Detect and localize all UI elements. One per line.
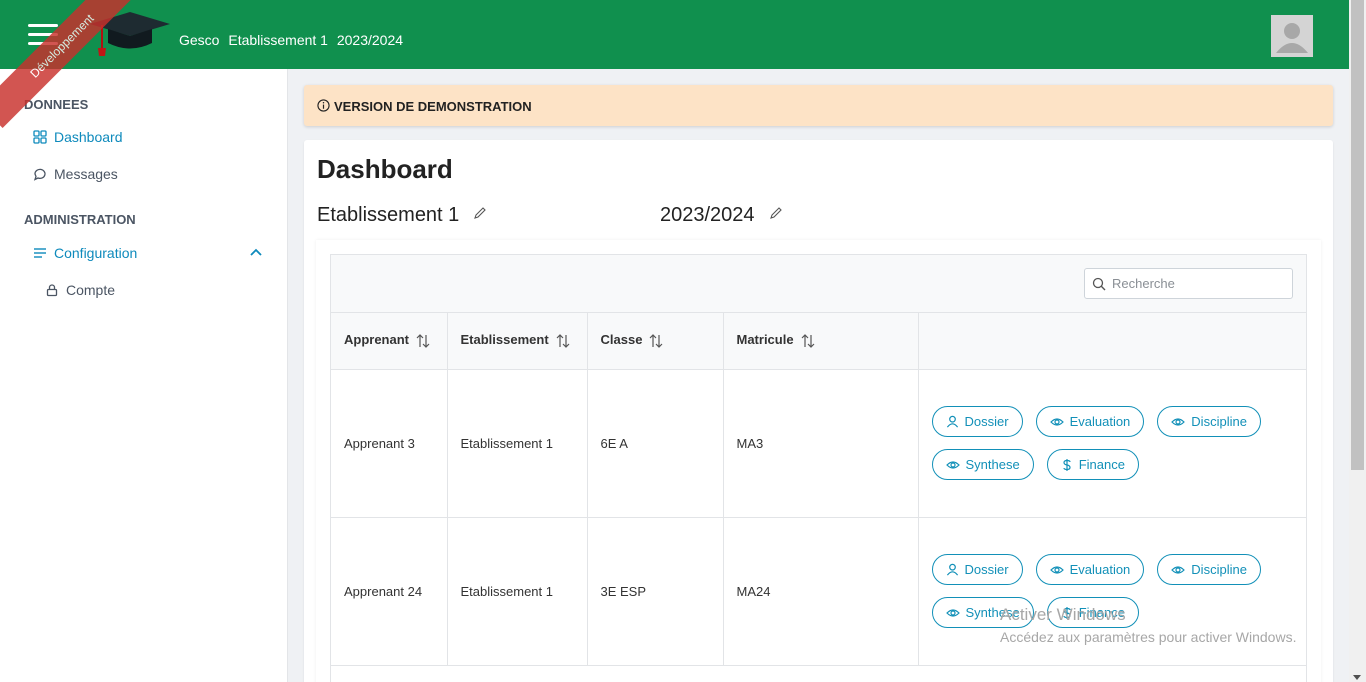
button-label: Dossier	[964, 562, 1009, 577]
sidebar-item-compte[interactable]: Compte	[44, 282, 115, 298]
section-title-donnees: DONNEES	[24, 97, 89, 112]
search-icon	[1092, 277, 1106, 290]
app-title: Gesco Etablissement 1 2023/2024	[179, 32, 408, 48]
sidebar: DONNEES Dashboard Messages ADMINISTRATIO…	[0, 69, 288, 682]
search-box	[1084, 268, 1293, 299]
user-avatar-icon	[1276, 23, 1308, 53]
pencil-icon[interactable]	[769, 206, 783, 220]
column-label: Etablissement	[460, 332, 549, 348]
cell-etablissement: Etablissement 1	[447, 369, 588, 518]
demo-banner: VERSION DE DEMONSTRATION	[304, 85, 1333, 126]
activation-watermark: Activer Windows Accédez aux paramètres p…	[1000, 604, 1296, 648]
button-label: Discipline	[1191, 562, 1247, 577]
col-classe[interactable]: Classe	[587, 313, 724, 370]
cell-actions: Dossier Evaluation Discipline Synthese Finan…	[918, 369, 1306, 518]
banner-text: VERSION DE DEMONSTRATION	[334, 99, 532, 114]
sort-icon	[556, 334, 570, 348]
evaluation-button[interactable]: Evaluation	[1035, 554, 1145, 585]
dossier-button[interactable]: Dossier	[931, 406, 1023, 437]
chat-icon	[32, 166, 48, 182]
discipline-button[interactable]: Discipline	[1157, 554, 1261, 585]
cell-matricule: MA24	[723, 517, 919, 666]
grid-icon	[32, 129, 48, 145]
table-row: Apprenant 3 Etablissement 1 6E A MA3 Dossier…	[331, 369, 1306, 518]
cell-etablissement: Etablissement 1	[447, 517, 588, 666]
user-icon	[946, 415, 958, 428]
cell-classe: 3E ESP	[587, 517, 724, 666]
column-label: Classe	[600, 332, 643, 348]
sidebar-item-configuration[interactable]: Configuration	[32, 245, 137, 261]
button-label: Dossier	[964, 414, 1009, 429]
page-title: Dashboard	[317, 154, 453, 184]
discipline-button[interactable]: Discipline	[1157, 406, 1261, 437]
sort-icon	[801, 334, 815, 348]
cell-classe: 6E A	[587, 369, 724, 518]
table-header-row: Apprenant Etablissement Classe Matricule	[331, 313, 1306, 370]
eye-icon	[945, 460, 960, 469]
etablissement-name: Etablissement 1	[317, 204, 460, 226]
column-label: Matricule	[736, 332, 794, 348]
evaluation-button[interactable]: Evaluation	[1035, 406, 1145, 437]
pencil-icon[interactable]	[473, 206, 487, 220]
col-matricule[interactable]: Matricule	[723, 313, 919, 370]
col-apprenant[interactable]: Apprenant	[331, 313, 448, 370]
row-actions: Dossier Evaluation Discipline Synthese Finan…	[931, 406, 1304, 480]
button-label: Evaluation	[1069, 414, 1131, 429]
column-label: Apprenant	[344, 332, 409, 348]
button-label: Synthese	[965, 457, 1020, 472]
sidebar-item-messages[interactable]: Messages	[32, 166, 118, 182]
header-etablissement: Etablissement 1	[228, 32, 328, 48]
col-etablissement[interactable]: Etablissement	[447, 313, 588, 370]
annee-scolaire: 2023/2024	[660, 204, 755, 226]
watermark-line-1: Activer Windows	[1000, 605, 1126, 624]
cell-apprenant: Apprenant 24	[331, 517, 448, 666]
user-icon	[946, 563, 958, 576]
button-label: Evaluation	[1069, 562, 1131, 577]
header-year: 2023/2024	[336, 32, 404, 48]
eye-icon	[1171, 417, 1186, 426]
sidebar-item-label: Compte	[66, 282, 116, 298]
list-icon	[32, 245, 48, 261]
sort-icon	[416, 334, 430, 348]
avatar[interactable]	[1271, 15, 1313, 57]
sidebar-item-label: Messages	[54, 166, 118, 182]
sort-icon	[649, 334, 663, 348]
section-title-administration: ADMINISTRATION	[24, 212, 136, 227]
sidebar-item-dashboard[interactable]: Dashboard	[32, 129, 123, 145]
eye-icon	[1049, 565, 1064, 574]
col-actions	[918, 313, 1306, 370]
top-bar: Gesco Etablissement 1 2023/2024	[0, 0, 1349, 69]
cell-apprenant: Apprenant 3	[331, 369, 448, 518]
dollar-icon	[1063, 458, 1071, 471]
eye-icon	[945, 608, 960, 617]
synthese-button[interactable]: Synthese	[931, 449, 1034, 480]
button-label: Discipline	[1191, 414, 1247, 429]
table-toolbar	[331, 255, 1306, 313]
chevron-up-icon[interactable]	[248, 245, 264, 261]
sidebar-item-label: Dashboard	[54, 129, 123, 145]
eye-icon	[1171, 565, 1186, 574]
main-card: Dashboard Etablissement 1 2023/2024 Appr…	[304, 140, 1333, 682]
page-scrollbar[interactable]	[1349, 0, 1366, 682]
annee-row: 2023/2024	[660, 204, 783, 227]
app-name: Gesco	[179, 32, 220, 48]
search-input[interactable]	[1112, 276, 1282, 291]
dossier-button[interactable]: Dossier	[931, 554, 1023, 585]
etablissement-row: Etablissement 1	[317, 204, 487, 227]
info-icon	[317, 99, 330, 112]
finance-button[interactable]: Finance	[1046, 449, 1139, 480]
button-label: Finance	[1078, 457, 1125, 472]
lock-icon	[44, 282, 60, 298]
cell-matricule: MA3	[723, 369, 919, 518]
watermark-line-2: Accédez aux paramètres pour activer Wind…	[1000, 629, 1297, 645]
scrollbar-thumb[interactable]	[1351, 0, 1364, 470]
scroll-down-arrow-icon[interactable]	[1353, 675, 1361, 680]
eye-icon	[1049, 417, 1064, 426]
sidebar-item-label: Configuration	[54, 245, 138, 261]
